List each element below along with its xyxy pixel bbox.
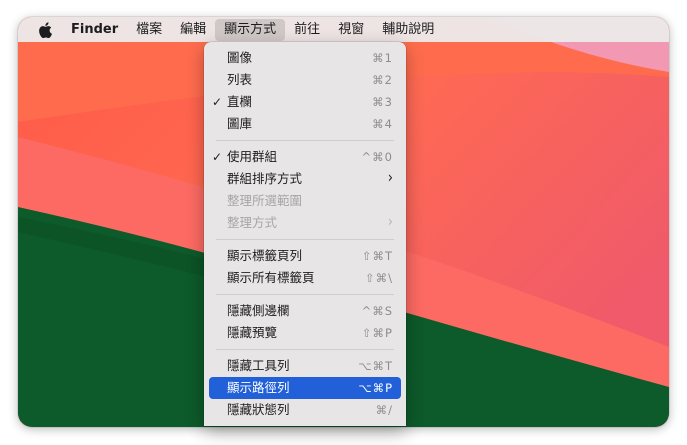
menu-finder[interactable]: Finder [62, 19, 127, 41]
menu-edit[interactable]: 編輯 [171, 19, 215, 41]
menu-help[interactable]: 輔助說明 [373, 19, 443, 41]
menu-item-label: 顯示路徑列 [227, 380, 290, 395]
menu-item-hide-status-bar[interactable]: 隱藏狀態列 ⌘/ [209, 399, 401, 421]
menu-go[interactable]: 前往 [285, 19, 329, 41]
menu-item-hide-toolbar[interactable]: 隱藏工具列 ⌥⌘T [209, 355, 401, 377]
view-menu-dropdown: 圖像 ⌘1 列表 ⌘2 ✓ 直欄 ⌘3 圖庫 ⌘4 ✓ 使用群組 ^⌘0 群組排… [204, 42, 406, 426]
menu-item-show-path-bar[interactable]: 顯示路徑列 ⌥⌘P [209, 377, 401, 399]
shortcut-label: ⌥⌘T [358, 359, 393, 373]
menu-item-list[interactable]: 列表 ⌘2 [209, 69, 401, 91]
menu-item-group-sort-by[interactable]: 群組排序方式 › [209, 168, 401, 190]
menu-item-hide-sidebar[interactable]: 隱藏側邊欄 ^⌘S [209, 300, 401, 322]
shortcut-label: ^⌘S [361, 304, 393, 318]
menu-item-hide-preview[interactable]: 隱藏預覽 ⇧⌘P [209, 322, 401, 344]
menu-window[interactable]: 視窗 [329, 19, 373, 41]
menu-separator [216, 294, 394, 295]
menu-item-label: 隱藏側邊欄 [227, 303, 290, 318]
menu-view[interactable]: 顯示方式 [215, 18, 286, 41]
menu-item-clean-up-selection: 整理所選範圍 [209, 190, 401, 212]
shortcut-label: ⌘1 [372, 51, 393, 65]
menu-item-label: 圖庫 [227, 116, 253, 131]
shortcut-label: ^⌘0 [361, 150, 393, 164]
menu-item-label: 使用群組 [227, 149, 278, 164]
shortcut-label: ⌘4 [372, 117, 393, 131]
chevron-right-icon: › [387, 169, 393, 188]
menu-item-label: 顯示標籤頁列 [227, 248, 303, 263]
menu-item-show-all-tabs[interactable]: 顯示所有標籤頁 ⇧⌘\ [209, 267, 401, 289]
menu-bar: Finder 檔案 編輯 顯示方式 前往 視窗 輔助說明 [18, 17, 669, 42]
menu-item-label: 顯示所有標籤頁 [227, 270, 315, 285]
menu-file[interactable]: 檔案 [127, 19, 171, 41]
shortcut-label: ⌘3 [372, 95, 393, 109]
checkmark-icon: ✓ [212, 95, 223, 109]
menu-item-label: 隱藏工具列 [227, 358, 290, 373]
menu-item-clean-up-by: 整理方式 › [209, 212, 401, 234]
shortcut-label: ⇧⌘P [361, 326, 393, 340]
shortcut-label: ⇧⌘T [361, 249, 393, 263]
menu-item-label: 整理所選範圍 [227, 193, 303, 208]
menu-item-label: 直欄 [227, 94, 253, 109]
menu-separator [216, 349, 394, 350]
shortcut-label: ⌘2 [372, 73, 393, 87]
menu-item-gallery[interactable]: 圖庫 ⌘4 [209, 113, 401, 135]
menu-item-icons[interactable]: 圖像 ⌘1 [209, 47, 401, 69]
shortcut-label: ⌥⌘P [358, 381, 393, 395]
menu-item-label: 整理方式 [227, 215, 278, 230]
chevron-right-icon: › [387, 213, 393, 232]
menu-item-label: 圖像 [227, 50, 253, 65]
menu-item-label: 群組排序方式 [227, 171, 303, 186]
menu-item-use-groups[interactable]: ✓ 使用群組 ^⌘0 [209, 146, 401, 168]
shortcut-label: ⌘/ [375, 403, 393, 417]
menu-item-label: 隱藏預覽 [227, 325, 278, 340]
menu-item-show-tab-bar[interactable]: 顯示標籤頁列 ⇧⌘T [209, 245, 401, 267]
menu-item-label: 列表 [227, 72, 253, 87]
menu-item-columns[interactable]: ✓ 直欄 ⌘3 [209, 91, 401, 113]
shortcut-label: ⇧⌘\ [364, 271, 393, 285]
menu-item-label: 隱藏狀態列 [227, 402, 290, 417]
menu-separator [216, 140, 394, 141]
checkmark-icon: ✓ [212, 150, 223, 164]
apple-logo-icon[interactable] [38, 21, 52, 38]
menu-separator [216, 239, 394, 240]
